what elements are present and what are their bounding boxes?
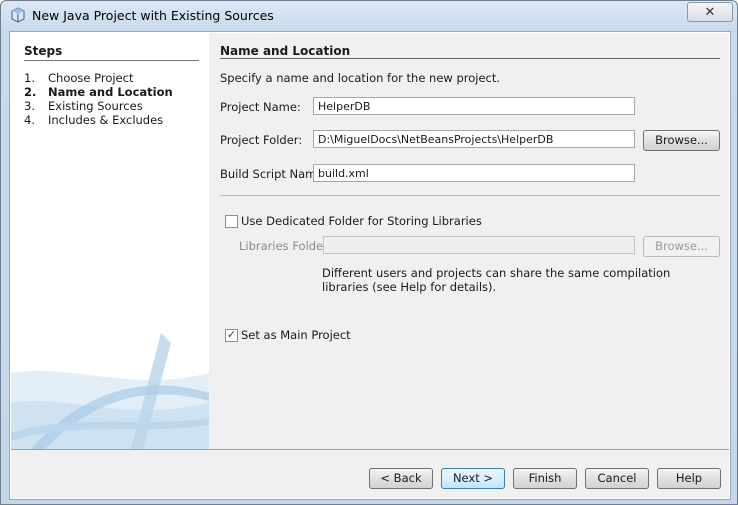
section-separator bbox=[220, 195, 720, 196]
button-bar: < Back Next > Finish Cancel Help bbox=[11, 450, 729, 498]
project-folder-browse-button[interactable]: Browse... bbox=[643, 130, 720, 151]
wizard-decoration-graphic bbox=[11, 333, 209, 449]
build-script-input[interactable]: build.xml bbox=[313, 164, 635, 182]
step-existing-sources: 3. Existing Sources bbox=[24, 99, 143, 113]
steps-divider bbox=[24, 60, 199, 61]
window-title: New Java Project with Existing Sources bbox=[32, 8, 274, 23]
step-includes-excludes: 4. Includes & Excludes bbox=[24, 113, 164, 127]
panel-instruction: Specify a name and location for the new … bbox=[220, 71, 501, 85]
finish-button[interactable]: Finish bbox=[513, 468, 577, 489]
title-bar[interactable]: New Java Project with Existing Sources ✕ bbox=[1, 1, 737, 31]
main-project-label[interactable]: Set as Main Project bbox=[241, 328, 351, 342]
name-and-location-panel: Name and Location Specify a name and loc… bbox=[209, 33, 729, 449]
panel-heading: Name and Location bbox=[220, 44, 351, 58]
main-project-checkbox[interactable]: ✓ bbox=[225, 329, 238, 342]
project-folder-label: Project Folder: bbox=[220, 133, 303, 147]
dedicated-folder-checkbox[interactable] bbox=[225, 215, 238, 228]
close-icon: ✕ bbox=[704, 4, 716, 19]
checkmark-icon: ✓ bbox=[226, 329, 237, 341]
dedicated-folder-label[interactable]: Use Dedicated Folder for Storing Librari… bbox=[241, 214, 482, 228]
project-cube-icon bbox=[11, 7, 25, 23]
project-folder-input[interactable]: D:\MiguelDocs\NetBeansProjects\HelperDB bbox=[313, 130, 635, 148]
steps-pane: Steps 1. Choose Project 2. Name and Locati… bbox=[11, 33, 209, 449]
panel-heading-divider bbox=[220, 58, 720, 59]
back-button[interactable]: < Back bbox=[369, 468, 433, 489]
steps-heading: Steps bbox=[24, 44, 63, 58]
project-name-label: Project Name: bbox=[220, 100, 301, 114]
libraries-folder-input[interactable] bbox=[323, 236, 635, 254]
help-button[interactable]: Help bbox=[657, 468, 721, 489]
step-choose-project: 1. Choose Project bbox=[24, 71, 134, 85]
project-name-input[interactable]: HelperDB bbox=[313, 97, 635, 115]
build-script-label: Build Script Name: bbox=[220, 167, 328, 181]
step-name-and-location: 2. Name and Location bbox=[24, 85, 173, 99]
close-button[interactable]: ✕ bbox=[687, 2, 733, 22]
libraries-folder-label: Libraries Folder: bbox=[239, 239, 332, 253]
cancel-button[interactable]: Cancel bbox=[585, 468, 649, 489]
libraries-folder-browse-button[interactable]: Browse... bbox=[643, 236, 720, 257]
next-button[interactable]: Next > bbox=[441, 468, 505, 489]
dialog-window: New Java Project with Existing Sources ✕… bbox=[0, 0, 738, 505]
libraries-help-text: Different users and projects can share t… bbox=[322, 266, 671, 294]
dialog-content: Steps 1. Choose Project 2. Name and Locati… bbox=[9, 31, 731, 500]
